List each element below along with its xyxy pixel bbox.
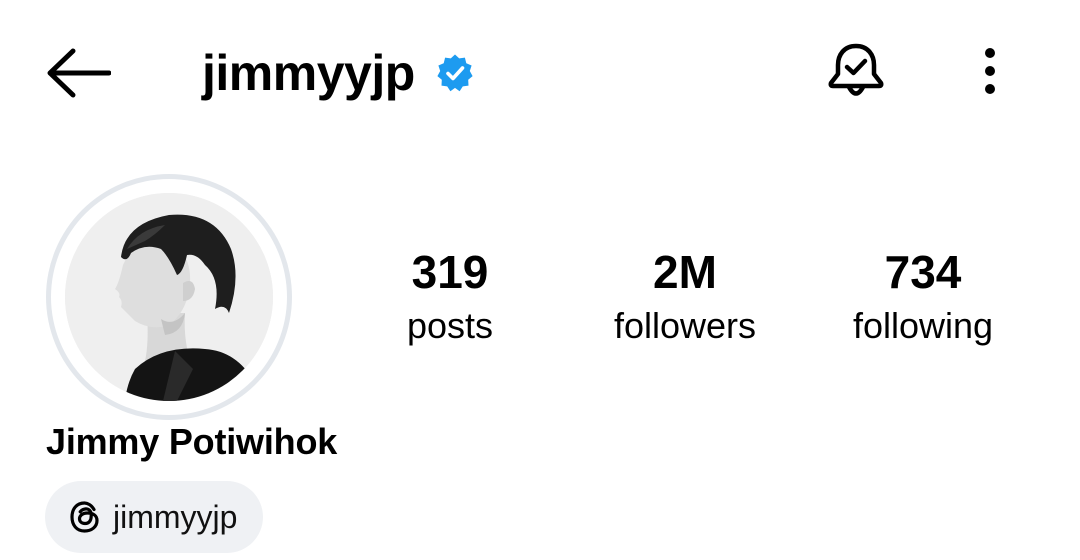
- following-stat[interactable]: 734 following: [828, 246, 1018, 348]
- posts-count: 319: [411, 246, 489, 298]
- posts-stat[interactable]: 319 posts: [380, 246, 520, 348]
- avatar-gap: [51, 179, 287, 415]
- posts-label: posts: [406, 305, 494, 346]
- username: jimmyyjp: [202, 45, 415, 101]
- following-label: following: [852, 305, 994, 346]
- threads-handle: jimmyyjp: [113, 498, 238, 535]
- arrow-left-icon: [45, 48, 112, 103]
- avatar[interactable]: [46, 174, 292, 420]
- verified-badge-icon: [435, 53, 475, 93]
- header-title: jimmyyjp: [202, 38, 475, 108]
- notification-bell-check-icon: [825, 40, 887, 107]
- more-vertical-icon: [983, 46, 997, 101]
- profile-photo: [65, 193, 273, 401]
- display-name: Jimmy Potiwihok: [46, 421, 338, 462]
- profile-screen: jimmyyjp 319 posts 2M followers 734 foll…: [0, 0, 1080, 560]
- more-options-button[interactable]: [960, 38, 1020, 108]
- followers-label: followers: [613, 305, 757, 346]
- notifications-button[interactable]: [818, 38, 894, 108]
- threads-icon: [67, 499, 103, 535]
- followers-stat[interactable]: 2M followers: [590, 246, 780, 348]
- back-button[interactable]: [38, 40, 118, 110]
- threads-link-button[interactable]: jimmyyjp: [45, 481, 264, 553]
- following-count: 734: [884, 246, 962, 298]
- followers-count: 2M: [653, 246, 717, 298]
